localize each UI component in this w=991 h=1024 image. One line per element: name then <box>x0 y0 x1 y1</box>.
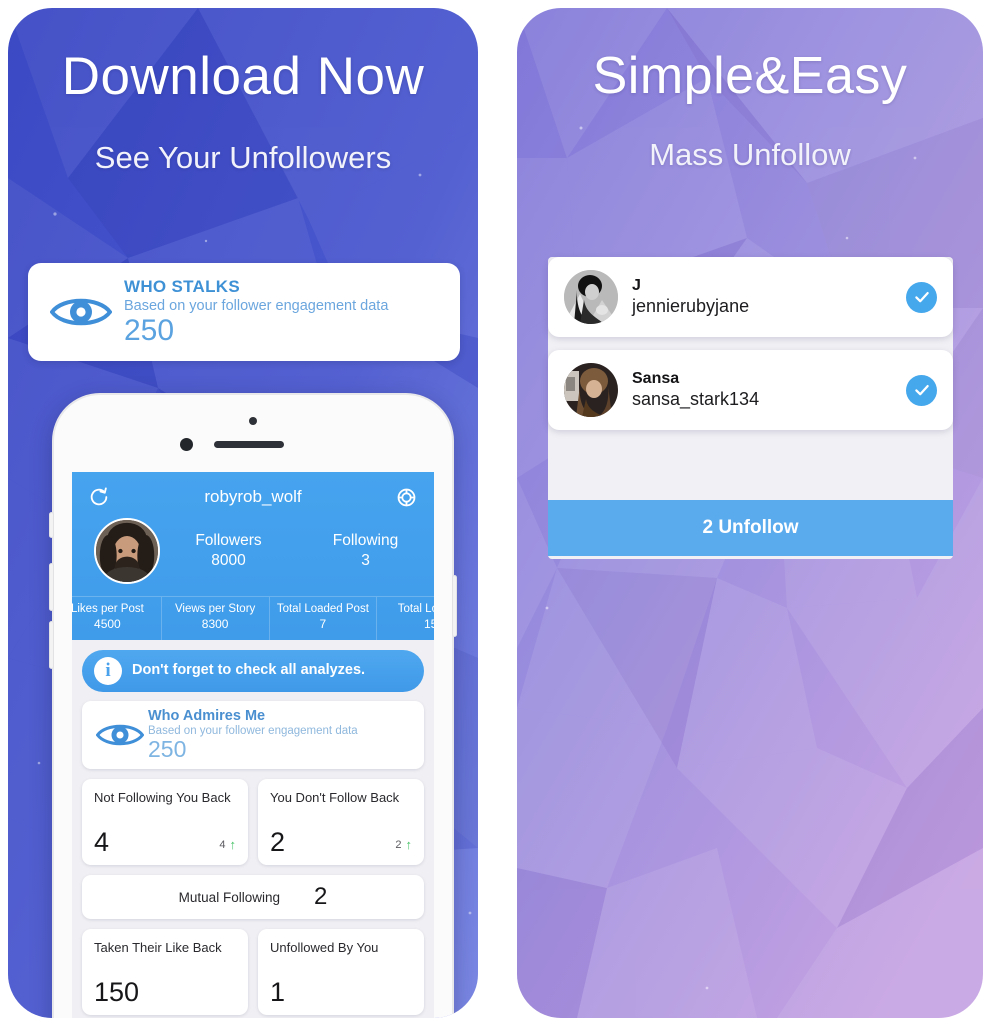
who-admires-value: 250 <box>148 736 187 763</box>
right-promo-panel: Simple&Easy Mass Unfollow J jennierubyja… <box>517 8 983 1018</box>
metric-value: 15 <box>423 617 434 631</box>
metric-value: 8300 <box>201 617 229 631</box>
stat-card-unfollowed-by-you[interactable]: Unfollowed By You 1 <box>258 929 424 1015</box>
phone-mockup-left: robyrob_wolf Followers 8000 Following 3 … <box>49 393 457 1018</box>
stat-card-you-dont-follow-back[interactable]: You Don't Follow Back 2 2 ↑ <box>258 779 424 865</box>
list-item[interactable]: Sansa sansa_stark134 <box>548 350 953 430</box>
metrics-scroller[interactable]: Likes per Post 4500 Views per Story 8300… <box>72 596 434 640</box>
right-panel-subheading: Mass Unfollow <box>649 137 851 172</box>
app-profile-header: robyrob_wolf Followers 8000 Following 3 … <box>72 472 434 640</box>
metric-total-loaded[interactable]: Total Loaded 15 <box>377 597 434 640</box>
metric-total-loaded-post[interactable]: Total Loaded Post 7 <box>270 597 378 640</box>
check-circle-icon[interactable] <box>906 374 937 406</box>
who-stalks-title: WHO STALKS <box>124 277 241 297</box>
app-body: i Don't forget to check all analyzes. Wh… <box>72 640 434 1015</box>
eye-icon <box>92 721 148 749</box>
stat-delta-value: 4 <box>219 838 226 851</box>
phone-sensor-dot <box>249 417 257 425</box>
followers-value: 8000 <box>211 552 246 569</box>
left-panel-subheading: See Your Unfollowers <box>94 140 392 175</box>
stat-card-row-2: Taken Their Like Back 150 Unfollowed By … <box>82 929 424 1015</box>
phone-speaker <box>214 441 284 448</box>
arrow-up-icon: ↑ <box>229 837 237 852</box>
follow-stats: Followers 8000 Following 3 <box>160 532 434 570</box>
who-admires-me-card[interactable]: Who Admires Me Based on your follower en… <box>82 701 424 769</box>
metric-views-per-story[interactable]: Views per Story 8300 <box>162 597 270 640</box>
stat-card-delta: 2 ↑ <box>395 838 412 851</box>
list-item-username: jennierubyjane <box>632 296 750 316</box>
left-panel-heading: Download Now <box>61 47 425 106</box>
metric-label: Likes per Post <box>72 603 144 615</box>
phone-power-button[interactable] <box>452 575 457 637</box>
phone-volume-up-button[interactable] <box>49 563 54 611</box>
gear-icon[interactable] <box>394 484 420 510</box>
screenshot-root: Download Now See Your Unfollowers WHO ST… <box>0 0 991 1024</box>
metric-likes-per-post[interactable]: Likes per Post 4500 <box>72 597 162 640</box>
stat-card-label: Unfollowed By You <box>270 940 379 955</box>
info-icon: i <box>94 657 122 685</box>
metric-label: Views per Story <box>174 603 256 615</box>
metric-label: Total Loaded <box>397 603 434 615</box>
followers-label: Followers <box>195 532 262 549</box>
stat-delta-value: 2 <box>395 838 402 851</box>
arrow-up-icon: ↑ <box>405 837 413 852</box>
profile-row: Followers 8000 Following 3 <box>72 512 434 596</box>
who-stalks-value: 250 <box>124 314 175 348</box>
stat-card-taken-their-like-back[interactable]: Taken Their Like Back 150 <box>82 929 248 1015</box>
notice-banner[interactable]: i Don't forget to check all analyzes. <box>82 650 424 692</box>
phone-screen-left: robyrob_wolf Followers 8000 Following 3 … <box>72 472 434 1018</box>
stat-card-not-following-you-back[interactable]: Not Following You Back 4 4 ↑ <box>82 779 248 865</box>
app-username: robyrob_wolf <box>204 487 302 506</box>
stat-card-label: Not Following You Back <box>94 790 231 805</box>
list-item-name: J <box>632 277 641 294</box>
metric-value: 7 <box>319 617 327 631</box>
phone-mute-switch[interactable] <box>49 512 54 538</box>
user-avatar[interactable] <box>94 518 160 584</box>
list-item-name: Sansa <box>632 370 680 387</box>
phone-camera-icon <box>180 438 193 451</box>
stat-card-row-1: Not Following You Back 4 4 ↑ You Don't F… <box>82 779 424 865</box>
following-value: 3 <box>361 552 370 569</box>
following-label: Following <box>332 532 399 549</box>
select-list: J jennierubyjane Sansa sansa_stark134 <box>548 257 953 443</box>
mass-unfollow-button[interactable]: 2 Unfollow <box>548 500 953 556</box>
phone-volume-down-button[interactable] <box>49 621 54 669</box>
stat-card-label: You Don't Follow Back <box>270 790 400 805</box>
who-stalks-card[interactable]: WHO STALKS Based on your follower engage… <box>28 263 460 361</box>
right-panel-heading: Simple&Easy <box>592 47 908 105</box>
mutual-following-card[interactable]: Mutual Following 2 <box>82 875 424 919</box>
mutual-following-value: 2 <box>313 883 328 910</box>
stat-card-value: 4 <box>94 827 110 857</box>
list-item-username: sansa_stark134 <box>632 389 760 409</box>
jennie-avatar <box>564 270 618 324</box>
stat-card-value: 2 <box>270 827 286 857</box>
stat-followers[interactable]: Followers 8000 <box>160 532 297 570</box>
metric-value: 4500 <box>94 617 121 631</box>
mutual-following-label: Mutual Following <box>178 889 280 905</box>
who-admires-title: Who Admires Me <box>148 708 266 725</box>
notice-text: Don't forget to check all analyzes. <box>132 662 366 679</box>
stat-card-value: 150 <box>94 977 140 1007</box>
list-item[interactable]: J jennierubyjane <box>548 257 953 337</box>
stat-card-value: 1 <box>270 977 286 1007</box>
left-promo-panel: Download Now See Your Unfollowers WHO ST… <box>8 8 478 1018</box>
stat-following[interactable]: Following 3 <box>297 532 434 570</box>
stat-card-label: Taken Their Like Back <box>94 940 222 955</box>
who-stalks-description: Based on your follower engagement data <box>124 298 389 315</box>
eye-icon <box>44 294 118 330</box>
sansa-avatar <box>564 363 618 417</box>
stat-card-delta: 4 ↑ <box>219 838 236 851</box>
refresh-icon[interactable] <box>86 484 112 510</box>
check-circle-icon[interactable] <box>906 281 937 313</box>
metric-label: Total Loaded Post <box>276 603 369 615</box>
